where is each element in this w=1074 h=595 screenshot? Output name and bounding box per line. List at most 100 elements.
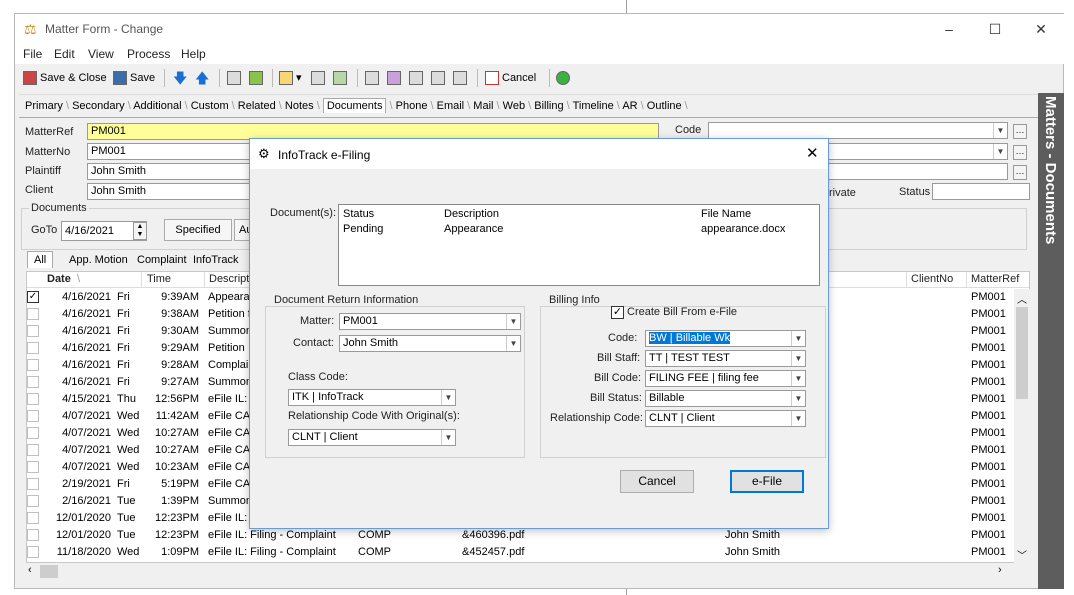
bill-staff-dropdown[interactable]: TT | TEST TEST ▼ <box>645 350 806 367</box>
row-checkbox[interactable]: ✓ <box>27 291 39 303</box>
documents-list[interactable]: Status Description File Name Pending App… <box>338 204 820 286</box>
scroll-left-icon[interactable]: ‹ <box>28 564 32 576</box>
bill-code-dropdown[interactable]: FILING FEE | filing fee ▼ <box>645 370 806 387</box>
row-checkbox[interactable] <box>27 359 39 371</box>
email-icon[interactable] <box>431 68 448 88</box>
doc-row-status[interactable]: Pending <box>343 223 383 235</box>
row-checkbox[interactable] <box>27 325 39 337</box>
rel-code-dropdown[interactable]: CLNT | Client ▼ <box>645 410 806 427</box>
print-icon[interactable] <box>409 68 426 88</box>
row-checkbox[interactable] <box>27 410 39 422</box>
search-doc-icon[interactable] <box>365 68 382 88</box>
tab-secondary[interactable]: Secondary <box>72 100 125 112</box>
menu-edit[interactable]: Edit <box>54 47 75 61</box>
menu-help[interactable]: Help <box>181 47 206 61</box>
h-scroll-thumb[interactable] <box>40 565 58 578</box>
col-description[interactable]: Descripti <box>209 273 252 285</box>
tab-timeline[interactable]: Timeline <box>573 100 614 112</box>
tab-related[interactable]: Related <box>238 100 276 112</box>
properties-icon[interactable] <box>453 68 470 88</box>
efile-button[interactable]: e-File <box>730 470 804 493</box>
row-checkbox[interactable] <box>27 427 39 439</box>
minimize-button[interactable]: – <box>929 18 969 40</box>
cancel-button[interactable]: Cancel <box>485 68 536 88</box>
row-checkbox[interactable] <box>27 478 39 490</box>
right-field-3[interactable] <box>827 163 1008 180</box>
col-clientno[interactable]: ClientNo <box>911 273 953 285</box>
filter-tab-app-motion[interactable]: App. Motion <box>69 254 128 266</box>
row-checkbox[interactable] <box>27 495 39 507</box>
rel-orig-dropdown[interactable]: CLNT | Client ▼ <box>288 429 456 446</box>
dialog-close-button[interactable]: ✕ <box>806 144 819 162</box>
code-dropdown[interactable]: ▼ <box>708 122 1008 139</box>
arrow-up-icon[interactable]: 🡅 <box>195 68 209 88</box>
menu-view[interactable]: View <box>88 47 114 61</box>
plaintiff-field[interactable]: John Smith <box>87 163 257 180</box>
row-checkbox[interactable] <box>27 393 39 405</box>
new-dropdown-icon[interactable]: ▾ <box>279 68 302 88</box>
save-button[interactable]: Save <box>113 68 155 88</box>
scroll-down-icon[interactable]: ﹀ <box>1017 547 1027 562</box>
specified-button[interactable]: Specified <box>164 219 232 241</box>
matter-dropdown[interactable]: PM001 ▼ <box>339 313 521 330</box>
tab-outline[interactable]: Outline <box>647 100 682 112</box>
arrow-down-icon[interactable]: 🡇 <box>173 68 187 88</box>
close-button[interactable]: ✕ <box>1021 18 1061 40</box>
create-bill-checkbox[interactable]: ✓ <box>611 306 624 319</box>
tab-phone[interactable]: Phone <box>396 100 428 112</box>
row-checkbox[interactable] <box>27 546 39 558</box>
filter-tab-complaint[interactable]: Complaint <box>137 254 187 266</box>
table-row[interactable]: 11/18/2020 Wed 1:09PM eFile IL: Filing - Co… <box>27 544 1029 561</box>
table-row[interactable]: 12/01/2020 Tue 12:23PM eFile IL: Filing - C… <box>27 527 1029 544</box>
menu-file[interactable]: File <box>23 47 42 61</box>
dialog-cancel-button[interactable]: Cancel <box>620 470 694 493</box>
tab-ar[interactable]: AR <box>622 100 637 112</box>
filter-tab-all[interactable]: All <box>27 251 54 268</box>
bill-code-type-dropdown[interactable]: BW | Billable Wk ▼ <box>645 330 806 347</box>
tab-mail[interactable]: Mail <box>473 100 493 112</box>
col-time[interactable]: Time <box>147 273 171 285</box>
doc-row-filename[interactable]: appearance.docx <box>701 223 785 235</box>
tab-additional[interactable]: Additional <box>133 100 181 112</box>
status-field[interactable] <box>932 183 1030 200</box>
save-close-button[interactable]: Save & Close <box>23 68 107 88</box>
lookup-button-3[interactable]: … <box>1013 165 1027 180</box>
tab-web[interactable]: Web <box>503 100 525 112</box>
row-checkbox[interactable] <box>27 376 39 388</box>
lookup-button-2[interactable]: … <box>1013 145 1027 160</box>
date-spinner[interactable]: ▲ ▼ <box>133 222 147 240</box>
menu-process[interactable]: Process <box>127 47 170 61</box>
copy-record-icon[interactable] <box>227 68 244 88</box>
maximize-button[interactable]: ☐ <box>975 18 1015 40</box>
grid-icon[interactable] <box>387 68 404 88</box>
row-checkbox[interactable] <box>27 308 39 320</box>
client-field[interactable]: John Smith <box>87 183 257 200</box>
horizontal-scrollbar[interactable]: ‹ › <box>20 563 1014 580</box>
code-lookup-button[interactable]: … <box>1013 124 1027 139</box>
row-checkbox[interactable] <box>27 444 39 456</box>
tab-billing[interactable]: Billing <box>534 100 563 112</box>
row-checkbox[interactable] <box>27 529 39 541</box>
right-dropdown-2[interactable]: ▼ <box>827 143 1008 160</box>
scroll-up-icon[interactable]: ︿ <box>1017 291 1027 306</box>
row-checkbox[interactable] <box>27 342 39 354</box>
doc-row-description[interactable]: Appearance <box>444 223 503 235</box>
col-date[interactable]: Date <box>47 273 71 285</box>
row-checkbox[interactable] <box>27 461 39 473</box>
matterno-field[interactable]: PM001 <box>87 143 257 160</box>
filter-tab-infotrack[interactable]: InfoTrack <box>193 254 238 266</box>
help-icon[interactable] <box>556 68 573 88</box>
vertical-scrollbar[interactable]: ︿ ﹀ <box>1014 289 1030 564</box>
scroll-right-icon[interactable]: › <box>998 564 1002 576</box>
spreadsheet-icon[interactable] <box>333 68 350 88</box>
scroll-thumb[interactable] <box>1016 307 1028 399</box>
add-record-icon[interactable] <box>249 68 266 88</box>
form-icon[interactable] <box>311 68 328 88</box>
contact-dropdown[interactable]: John Smith ▼ <box>339 335 521 352</box>
class-code-dropdown[interactable]: ITK | InfoTrack ▼ <box>288 389 456 406</box>
tab-primary[interactable]: Primary <box>25 100 63 112</box>
tab-custom[interactable]: Custom <box>191 100 229 112</box>
row-checkbox[interactable] <box>27 512 39 524</box>
tab-notes[interactable]: Notes <box>285 100 314 112</box>
tab-email[interactable]: Email <box>437 100 465 112</box>
